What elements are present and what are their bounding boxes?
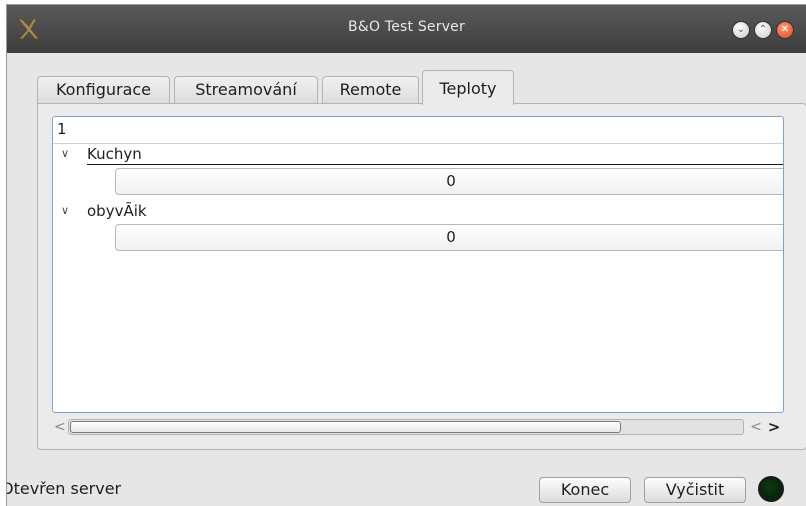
scroll-left-arrow-icon[interactable]: <: [54, 419, 68, 435]
title-bar[interactable]: B&O Test Server ⌄ ⌃ ✕: [7, 5, 806, 53]
teploty-panel: 1 ∨ Kuchyn 0 ∨ obyvÃik 0 < < >: [37, 103, 806, 450]
temperature-value-kuchyn[interactable]: 0: [115, 168, 783, 195]
konec-button[interactable]: Konec: [539, 477, 631, 503]
minimize-icon[interactable]: ⌄: [732, 21, 750, 39]
tab-teploty[interactable]: Teploty: [422, 70, 514, 105]
divider: [87, 164, 783, 165]
tab-konfigurace[interactable]: Konfigurace: [37, 76, 170, 104]
scroll-right-button-icon[interactable]: >: [766, 419, 782, 435]
expand-arrow-icon[interactable]: ∨: [61, 147, 69, 160]
tab-remote[interactable]: Remote: [322, 76, 419, 104]
scrollbar-track[interactable]: [68, 419, 744, 435]
group-label: Kuchyn: [87, 145, 142, 163]
tree-group-kuchyn[interactable]: ∨ Kuchyn: [53, 144, 783, 165]
app-window: B&O Test Server ⌄ ⌃ ✕ Konfigurace Stream…: [6, 4, 806, 506]
scroll-left-button-icon[interactable]: <: [748, 419, 764, 435]
group-label: obyvÃik: [87, 202, 147, 220]
tree-group-obyvak[interactable]: ∨ obyvÃik: [53, 201, 783, 222]
horizontal-scrollbar[interactable]: < < >: [54, 418, 784, 436]
vycistit-button[interactable]: Vyčistit: [644, 477, 746, 503]
window-title: B&O Test Server: [348, 19, 465, 35]
maximize-icon[interactable]: ⌃: [754, 21, 772, 39]
temperature-value-obyvak[interactable]: 0: [115, 224, 783, 251]
status-led-icon: [758, 476, 784, 502]
tree-header: 1: [53, 117, 783, 144]
close-icon[interactable]: ✕: [776, 21, 794, 39]
expand-arrow-icon[interactable]: ∨: [61, 204, 69, 217]
temperature-tree[interactable]: 1 ∨ Kuchyn 0 ∨ obyvÃik 0: [52, 116, 784, 413]
scrollbar-thumb[interactable]: [70, 421, 621, 433]
status-text: Otevřen server: [6, 479, 122, 498]
tab-streamovani[interactable]: Streamování: [174, 76, 318, 104]
